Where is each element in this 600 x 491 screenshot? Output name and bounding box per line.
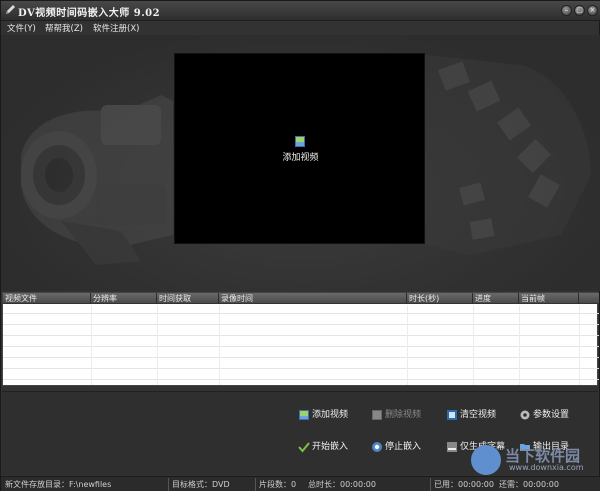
- column-time-source[interactable]: 时间获取: [157, 293, 219, 304]
- download-arrow-icon: [471, 445, 501, 475]
- video-table[interactable]: 视频文件 分辨率 时间获取 录像时间 时长(秒) 进度 当前帧: [2, 292, 599, 386]
- column-video-file[interactable]: 视频文件: [3, 293, 91, 304]
- add-video-icon: [295, 136, 305, 147]
- pen-icon: [4, 4, 16, 16]
- column-resolution[interactable]: 分辨率: [91, 293, 157, 304]
- column-filler: [579, 293, 599, 304]
- column-current-frame[interactable]: 当前帧: [519, 293, 579, 304]
- clear-video-icon: [446, 409, 458, 421]
- status-segments: 片段数：0: [259, 480, 297, 489]
- menu-file[interactable]: 文件(Y): [7, 22, 36, 34]
- gear-icon: [519, 409, 531, 421]
- add-video-icon: [298, 409, 310, 421]
- column-duration[interactable]: 时长(秒): [407, 293, 473, 304]
- site-watermark: 当下软件园 www.downxia.com: [469, 439, 599, 491]
- video-preview[interactable]: 添加视频: [174, 53, 425, 244]
- add-video-label[interactable]: 添加视频: [175, 150, 426, 163]
- title-bar[interactable]: DV视频时间码嵌入大师 9.02 – □ ×: [1, 1, 600, 21]
- check-icon: [298, 441, 310, 453]
- window-title: DV视频时间码嵌入大师 9.02: [18, 8, 161, 19]
- app-window: DV视频时间码嵌入大师 9.02 – □ × 文件(Y) 帮帮我(Z) 软件注册…: [0, 0, 600, 491]
- stop-icon: [371, 441, 383, 453]
- status-total-duration: 总时长：00:00:00: [308, 480, 376, 489]
- subtitle-icon: [446, 441, 458, 453]
- table-body[interactable]: [3, 305, 599, 385]
- column-record-time[interactable]: 录像时间: [219, 293, 407, 304]
- watermark-url: www.downxia.com: [509, 463, 584, 472]
- close-button[interactable]: ×: [587, 5, 598, 16]
- column-progress[interactable]: 进度: [473, 293, 519, 304]
- minimize-button[interactable]: –: [561, 5, 572, 16]
- menu-help[interactable]: 帮帮我(Z): [45, 22, 83, 34]
- status-target-format: 目标格式：DVD: [172, 480, 230, 489]
- maximize-button[interactable]: □: [574, 5, 585, 16]
- status-output-dir: 新文件存放目录：F:\newfiles: [5, 480, 112, 489]
- menu-register[interactable]: 软件注册(X): [93, 22, 139, 34]
- menu-bar: 文件(Y) 帮帮我(Z) 软件注册(X): [1, 21, 600, 35]
- table-header: 视频文件 分辨率 时间获取 录像时间 时长(秒) 进度 当前帧: [3, 293, 599, 304]
- delete-video-icon: [371, 409, 383, 421]
